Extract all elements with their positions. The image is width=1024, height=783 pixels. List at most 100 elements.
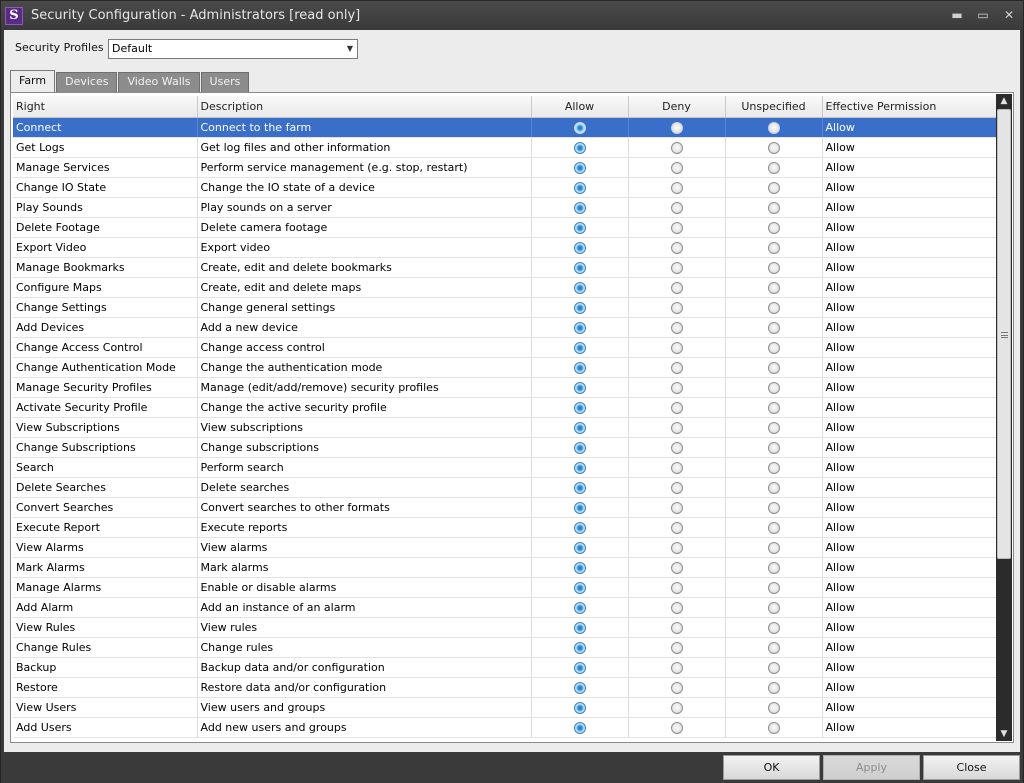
allow-radio[interactable] <box>573 361 586 374</box>
allow-radio[interactable] <box>573 161 586 174</box>
table-row[interactable]: Manage Security Profiles Manage (edit/add… <box>13 377 997 398</box>
allow-radio[interactable] <box>573 281 586 294</box>
table-row[interactable]: Manage Alarms Enable or disable alarms All… <box>13 577 997 598</box>
allow-radio[interactable] <box>573 241 586 254</box>
unspecified-radio[interactable] <box>767 321 780 334</box>
column-header-right[interactable]: Right <box>13 96 198 118</box>
unspecified-radio[interactable] <box>767 381 780 394</box>
allow-radio[interactable] <box>573 701 586 714</box>
deny-radio[interactable] <box>670 341 683 354</box>
close-icon[interactable]: ✕ <box>1001 7 1017 23</box>
ok-button[interactable]: OK <box>723 755 820 780</box>
table-row[interactable]: Export Video Export video Allow <box>13 237 997 258</box>
allow-radio[interactable] <box>573 641 586 654</box>
deny-radio[interactable] <box>670 721 683 734</box>
unspecified-radio[interactable] <box>767 581 780 594</box>
deny-radio[interactable] <box>670 581 683 594</box>
allow-radio[interactable] <box>573 501 586 514</box>
table-row[interactable]: Change Settings Change general settings Al… <box>13 297 997 318</box>
deny-radio[interactable] <box>670 501 683 514</box>
deny-radio[interactable] <box>670 461 683 474</box>
deny-radio[interactable] <box>670 481 683 494</box>
allow-radio[interactable] <box>573 321 586 334</box>
unspecified-radio[interactable] <box>767 181 780 194</box>
allow-radio[interactable] <box>573 561 586 574</box>
deny-radio[interactable] <box>670 641 683 654</box>
deny-radio[interactable] <box>670 221 683 234</box>
scroll-down-icon[interactable]: ▼ <box>996 727 1012 741</box>
allow-radio[interactable] <box>573 381 586 394</box>
table-row[interactable]: Activate Security Profile Change the acti… <box>13 397 997 418</box>
unspecified-radio[interactable] <box>767 281 780 294</box>
table-row[interactable]: Convert Searches Convert searches to othe… <box>13 497 997 518</box>
unspecified-radio[interactable] <box>767 501 780 514</box>
allow-radio[interactable] <box>573 541 586 554</box>
allow-radio[interactable] <box>573 181 586 194</box>
unspecified-radio[interactable] <box>767 641 780 654</box>
deny-radio[interactable] <box>670 621 683 634</box>
unspecified-radio[interactable] <box>767 721 780 734</box>
title-bar[interactable]: S Security Configuration - Administrator… <box>1 1 1023 30</box>
unspecified-radio[interactable] <box>767 561 780 574</box>
table-row[interactable]: Execute Report Execute reports Allow <box>13 517 997 538</box>
unspecified-radio[interactable] <box>767 441 780 454</box>
deny-radio[interactable] <box>670 541 683 554</box>
table-row[interactable]: Search Perform search Allow <box>13 457 997 478</box>
allow-radio[interactable] <box>573 441 586 454</box>
table-row[interactable]: View Alarms View alarms Allow <box>13 537 997 558</box>
deny-radio[interactable] <box>670 601 683 614</box>
table-row[interactable]: Configure Maps Create, edit and delete ma… <box>13 277 997 298</box>
deny-radio[interactable] <box>670 161 683 174</box>
table-row[interactable]: Add Users Add new users and groups Allow <box>13 717 997 738</box>
allow-radio[interactable] <box>573 721 586 734</box>
tab-video-walls[interactable]: Video Walls <box>118 72 200 92</box>
unspecified-radio[interactable] <box>767 401 780 414</box>
column-header-unspecified[interactable]: Unspecified <box>725 96 823 118</box>
deny-radio[interactable] <box>670 561 683 574</box>
column-header-effective-permission[interactable]: Effective Permission <box>822 96 997 118</box>
close-button[interactable]: Close <box>923 755 1020 780</box>
apply-button[interactable]: Apply <box>823 755 920 780</box>
table-row[interactable]: Change IO State Change the IO state of a … <box>13 177 997 198</box>
deny-radio[interactable] <box>670 521 683 534</box>
unspecified-radio[interactable] <box>767 301 780 314</box>
table-row[interactable]: Add Devices Add a new device Allow <box>13 317 997 338</box>
deny-radio[interactable] <box>670 321 683 334</box>
unspecified-radio[interactable] <box>767 661 780 674</box>
deny-radio[interactable] <box>670 121 683 134</box>
column-header-description[interactable]: Description <box>197 96 532 118</box>
deny-radio[interactable] <box>670 441 683 454</box>
unspecified-radio[interactable] <box>767 701 780 714</box>
allow-radio[interactable] <box>573 261 586 274</box>
deny-radio[interactable] <box>670 241 683 254</box>
allow-radio[interactable] <box>573 301 586 314</box>
deny-radio[interactable] <box>670 681 683 694</box>
deny-radio[interactable] <box>670 401 683 414</box>
tab-farm[interactable]: Farm <box>10 70 56 92</box>
allow-radio[interactable] <box>573 581 586 594</box>
table-row[interactable]: Connect Connect to the farm Allow <box>13 117 997 138</box>
security-profile-dropdown[interactable]: Default ▼ <box>108 39 358 59</box>
deny-radio[interactable] <box>670 181 683 194</box>
table-row[interactable]: Backup Backup data and/or configuration Al… <box>13 657 997 678</box>
deny-radio[interactable] <box>670 421 683 434</box>
allow-radio[interactable] <box>573 221 586 234</box>
deny-radio[interactable] <box>670 301 683 314</box>
allow-radio[interactable] <box>573 601 586 614</box>
unspecified-radio[interactable] <box>767 421 780 434</box>
allow-radio[interactable] <box>573 141 586 154</box>
unspecified-radio[interactable] <box>767 601 780 614</box>
table-row[interactable]: Change Rules Change rules Allow <box>13 637 997 658</box>
allow-radio[interactable] <box>573 201 586 214</box>
table-row[interactable]: View Users View users and groups Allow <box>13 697 997 718</box>
deny-radio[interactable] <box>670 661 683 674</box>
allow-radio[interactable] <box>573 421 586 434</box>
allow-radio[interactable] <box>573 521 586 534</box>
unspecified-radio[interactable] <box>767 121 780 134</box>
deny-radio[interactable] <box>670 201 683 214</box>
table-row[interactable]: Delete Searches Delete searches Allow <box>13 477 997 498</box>
table-row[interactable]: Change Access Control Change access contr… <box>13 337 997 358</box>
deny-radio[interactable] <box>670 261 683 274</box>
unspecified-radio[interactable] <box>767 361 780 374</box>
maximize-icon[interactable]: ▭ <box>975 7 991 23</box>
